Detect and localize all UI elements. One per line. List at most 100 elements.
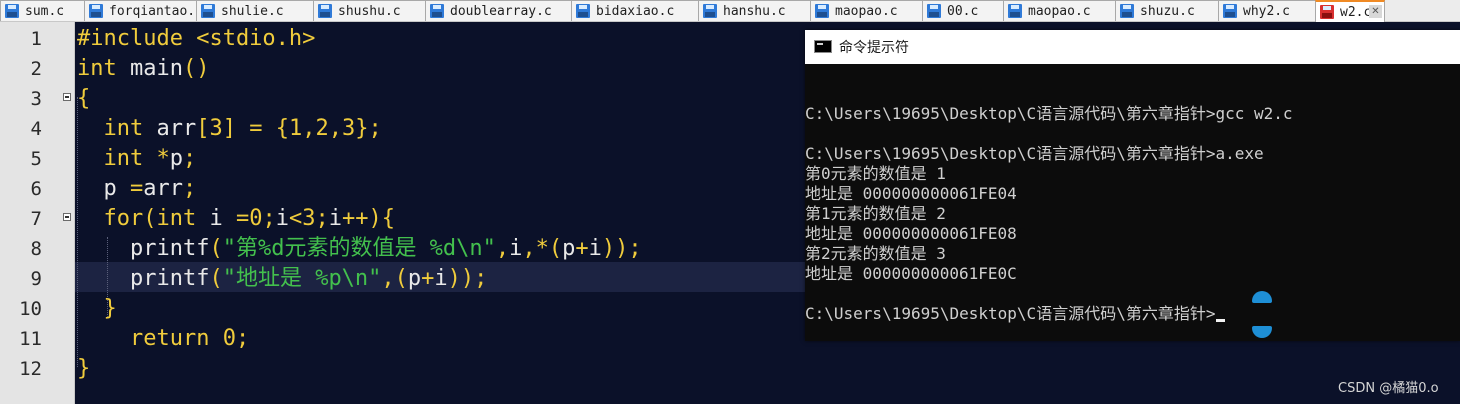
tab-file[interactable]: shushu.c xyxy=(313,0,426,21)
line-number: 4 xyxy=(30,118,42,140)
tab-file[interactable]: doublearray.c xyxy=(425,0,572,21)
floppy-disk-icon xyxy=(815,4,829,18)
tab-file[interactable]: maopao.c xyxy=(1003,0,1116,21)
line-number: 2 xyxy=(30,58,42,80)
cmd-line-text: C:\Users\19695\Desktop\C语言源代码\第六章指针> xyxy=(805,304,1216,323)
fold-marker-icon[interactable] xyxy=(63,93,71,101)
code-line: #include <stdio.h> xyxy=(77,24,315,54)
tab-label: shuzu.c xyxy=(1140,3,1195,19)
tab-file[interactable]: sum.c xyxy=(0,0,85,21)
code-token: printf xyxy=(77,266,210,291)
code-token: 3 xyxy=(341,116,356,141)
code-token: 0 xyxy=(222,326,236,351)
floppy-disk-icon xyxy=(430,4,444,18)
cmd-output-line: 第1元素的数值是 2 xyxy=(805,204,946,224)
floppy-disk-icon xyxy=(318,4,332,18)
tab-file[interactable]: forqiantao.c xyxy=(84,0,197,21)
floppy-disk-icon xyxy=(1223,4,1237,18)
watermark: CSDN @橘猫0.o xyxy=(1338,381,1439,396)
code-token: ++){ xyxy=(342,206,395,231)
code-token: p xyxy=(407,266,422,291)
code-line: } xyxy=(77,354,90,384)
code-token: i xyxy=(509,236,523,261)
cmd-output-line: 第2元素的数值是 3 xyxy=(805,244,946,264)
floppy-disk-icon xyxy=(1120,4,1134,18)
code-line: printf("地址是 %p\n",(p+i)); xyxy=(77,264,487,294)
code-token: i xyxy=(196,206,236,231)
code-token: i xyxy=(275,206,289,231)
code-token: p xyxy=(169,146,183,171)
line-number: 12 xyxy=(19,358,42,380)
code-token: * xyxy=(156,146,170,171)
tab-label: maopao.c xyxy=(1028,3,1091,19)
code-token: "地址是 %p\n" xyxy=(222,266,382,291)
code-line: int *p; xyxy=(77,144,197,174)
code-token: () xyxy=(182,56,210,81)
tab-bar: sum.c forqiantao.c shulie.c shushu.c doublea… xyxy=(0,0,1460,22)
code-token: arr xyxy=(143,176,183,201)
tab-file[interactable]: 00.c xyxy=(922,0,1004,21)
code-token: = xyxy=(236,206,250,231)
tab-label: bidaxiao.c xyxy=(596,3,675,19)
line-number: 10 xyxy=(19,298,42,320)
code-line: { xyxy=(77,84,90,114)
tab-label: hanshu.c xyxy=(723,3,786,19)
floppy-disk-icon xyxy=(703,4,717,18)
text-cursor xyxy=(1216,319,1226,322)
cmd-line-text: 地址是 000000000061FE08 xyxy=(805,224,1017,243)
tab-file[interactable]: shuzu.c xyxy=(1115,0,1219,21)
tab-file[interactable]: shulie.c xyxy=(196,0,314,21)
code-token: [ xyxy=(196,116,210,141)
line-number-gutter: 1 2 3 4 5 6 7 8 9 10 11 12 xyxy=(0,22,75,404)
cmd-title: 命令提示符 xyxy=(839,40,909,56)
code-token: printf xyxy=(77,236,210,261)
tab-label: forqiantao.c xyxy=(109,3,197,19)
code-token: return xyxy=(129,326,210,351)
cmd-title-bar[interactable]: 命令提示符 xyxy=(805,30,1460,64)
code-token: "第%d元素的数值是 %d\n" xyxy=(222,236,496,261)
command-prompt-window[interactable]: 命令提示符 C:\Users\19695\Desktop\C语言源代码\第六章指… xyxy=(805,30,1460,341)
code-token: }; xyxy=(355,116,382,141)
code-token: ; xyxy=(183,146,197,171)
tab-label: why2.c xyxy=(1243,3,1290,19)
code-line: p =arr; xyxy=(77,174,196,204)
floppy-disk-icon xyxy=(201,4,215,18)
floppy-disk-icon xyxy=(1008,4,1022,18)
cmd-line-text: C:\Users\19695\Desktop\C语言源代码\第六章指针>gcc … xyxy=(805,104,1293,123)
code-token: i xyxy=(434,266,448,291)
code-token: ,( xyxy=(381,266,408,291)
code-token: ( xyxy=(209,266,223,291)
tab-file[interactable]: w2.c ✕ xyxy=(1315,0,1385,22)
code-token: , xyxy=(328,116,342,141)
cmd-line-text: 地址是 000000000061FE0C xyxy=(805,264,1017,283)
code-token: int xyxy=(77,56,117,81)
tab-label: 00.c xyxy=(947,3,979,19)
code-token: ; xyxy=(262,206,276,231)
code-token: ; xyxy=(315,206,329,231)
code-token: ; xyxy=(235,326,250,351)
line-number: 8 xyxy=(30,238,42,260)
cmd-output-line: C:\Users\19695\Desktop\C语言源代码\第六章指针> xyxy=(805,304,1226,324)
tab-file[interactable]: bidaxiao.c xyxy=(571,0,699,21)
tab-label: shushu.c xyxy=(338,3,401,19)
cmd-line-text: 第0元素的数值是 1 xyxy=(805,164,946,183)
tab-file[interactable]: hanshu.c xyxy=(698,0,811,21)
code-token: ; xyxy=(182,176,197,201)
close-tab-icon[interactable]: ✕ xyxy=(1369,5,1382,18)
code-token: )); xyxy=(447,266,488,291)
tab-file[interactable]: why2.c xyxy=(1218,0,1316,21)
fold-marker-icon[interactable] xyxy=(63,213,71,221)
cmd-output-line: 地址是 000000000061FE08 xyxy=(805,224,1017,244)
tab-label: maopao.c xyxy=(835,3,898,19)
tab-file[interactable]: maopao.c xyxy=(810,0,923,21)
line-number: 7 xyxy=(30,208,42,230)
code-token: , xyxy=(495,236,510,261)
code-token: + xyxy=(421,266,435,291)
code-token: < xyxy=(289,206,303,231)
cmd-output-line: C:\Users\19695\Desktop\C语言源代码\第六章指针>a.ex… xyxy=(805,144,1264,164)
cmd-output[interactable]: C:\Users\19695\Desktop\C语言源代码\第六章指针>gcc … xyxy=(805,64,1460,341)
